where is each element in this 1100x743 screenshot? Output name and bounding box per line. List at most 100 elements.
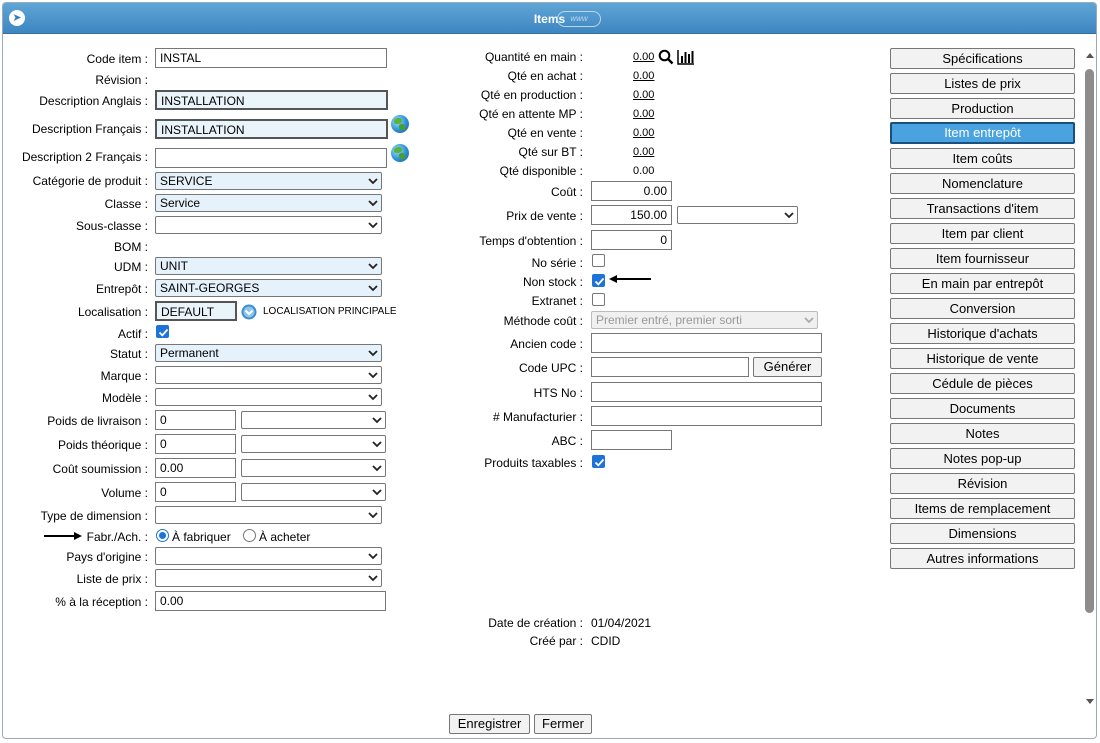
classe-label: Classe :	[104, 197, 148, 211]
sidebar-item-historique-vente[interactable]: Historique de vente	[890, 348, 1075, 369]
hts-no-input[interactable]	[591, 382, 822, 402]
poids-theorique-label: Poids théorique :	[57, 438, 148, 452]
items-window: ➤ Items www Code item : INSTAL Révision …	[2, 2, 1097, 739]
desc-fr-input[interactable]: INSTALLATION	[155, 119, 388, 139]
vertical-scrollbar[interactable]	[1083, 47, 1096, 712]
sidebar-item-item-entrepot[interactable]: Item entrepôt	[890, 122, 1075, 144]
sidebar-item-specifications[interactable]: Spécifications	[890, 48, 1075, 69]
date-creation-value: 01/04/2021	[591, 616, 652, 630]
entrepot-select[interactable]: SAINT-GEORGES	[155, 279, 382, 297]
temps-obtention-label: Temps d'obtention :	[479, 234, 583, 248]
extranet-checkbox[interactable]	[592, 293, 605, 306]
sidebar-item-documents[interactable]: Documents	[890, 398, 1075, 419]
sidebar-item-dimensions[interactable]: Dimensions	[890, 523, 1075, 544]
sidebar-item-autres-informations[interactable]: Autres informations	[890, 548, 1075, 569]
pays-origine-label: Pays d'origine :	[66, 550, 148, 564]
udm-select[interactable]: UNIT	[155, 257, 382, 275]
sidebar-item-item-couts[interactable]: Item coûts	[890, 148, 1075, 169]
poids-theorique-input[interactable]: 0	[155, 434, 236, 454]
manufacturier-input[interactable]	[591, 406, 822, 426]
sidebar-item-listes-de-prix[interactable]: Listes de prix	[890, 73, 1075, 94]
statut-select[interactable]: Permanent	[155, 344, 382, 362]
prix-vente-currency-select[interactable]	[677, 206, 798, 224]
sidebar-item-en-main-par-entrepot[interactable]: En main par entrepôt	[890, 273, 1075, 294]
close-button[interactable]: Fermer	[534, 714, 592, 734]
cree-par-label: Créé par :	[529, 634, 583, 648]
sidebar-item-cedule-pieces[interactable]: Cédule de pièces	[890, 373, 1075, 394]
entrepot-label: Entrepôt :	[95, 282, 148, 296]
prix-vente-input[interactable]: 150.00	[591, 205, 672, 225]
volume-label: Volume :	[101, 486, 148, 500]
cout-soumission-input[interactable]: 0.00	[155, 458, 236, 478]
sous-classe-select[interactable]	[155, 216, 382, 234]
prix-vente-label: Prix de vente :	[506, 209, 583, 223]
poids-livraison-unit-select[interactable]	[241, 411, 386, 429]
temps-obtention-input[interactable]: 0	[591, 230, 672, 250]
modele-select[interactable]	[155, 388, 382, 406]
sidebar-item-item-par-client[interactable]: Item par client	[890, 223, 1075, 244]
sidebar-item-notes-popup[interactable]: Notes pop-up	[890, 448, 1075, 469]
a-fabriquer-radio[interactable]	[156, 529, 169, 542]
a-acheter-radio[interactable]	[243, 529, 256, 542]
poids-livraison-label: Poids de livraison :	[47, 414, 148, 428]
poids-theorique-unit-select[interactable]	[241, 435, 386, 453]
liste-prix-select[interactable]	[155, 569, 382, 587]
qte-attente-mp-link[interactable]: 0.00	[633, 108, 654, 120]
code-upc-input[interactable]	[591, 357, 749, 377]
sidebar-item-items-remplacement[interactable]: Items de remplacement	[890, 498, 1075, 519]
web-icon[interactable]: www	[557, 11, 601, 27]
non-stock-checkbox[interactable]	[592, 274, 605, 287]
actif-checkbox[interactable]	[156, 325, 169, 338]
marque-select[interactable]	[155, 366, 382, 384]
type-dimension-select[interactable]	[155, 506, 382, 524]
sidebar-item-conversion[interactable]: Conversion	[890, 298, 1075, 319]
poids-livraison-input[interactable]: 0	[155, 410, 236, 430]
desc-en-input[interactable]: INSTALLATION	[155, 90, 388, 110]
generer-button[interactable]: Générer	[753, 357, 822, 377]
scroll-down-icon[interactable]	[1085, 698, 1095, 706]
chevron-down-icon	[372, 465, 382, 472]
qte-bt-link[interactable]: 0.00	[633, 146, 654, 158]
scroll-up-icon[interactable]	[1085, 51, 1095, 59]
qte-production-link[interactable]: 0.00	[633, 89, 654, 101]
sidebar-item-production[interactable]: Production	[890, 98, 1075, 119]
qte-disponible-value: 0.00	[633, 165, 655, 177]
chevron-circle-down-icon[interactable]	[241, 304, 257, 320]
qte-en-main-link[interactable]: 0.00	[633, 51, 654, 63]
cout-soumission-unit-select[interactable]	[241, 459, 386, 477]
sidebar-item-nomenclature[interactable]: Nomenclature	[890, 173, 1075, 194]
desc2-fr-input[interactable]	[155, 148, 387, 168]
qte-disponible-label: Qté disponible :	[499, 164, 583, 178]
abc-label: ABC :	[551, 434, 583, 448]
chevron-down-icon	[368, 263, 378, 270]
type-dimension-label: Type de dimension :	[40, 509, 148, 523]
categorie-select[interactable]: SERVICE	[155, 172, 382, 190]
chevron-down-icon	[372, 489, 382, 496]
sidebar-item-item-fournisseur[interactable]: Item fournisseur	[890, 248, 1075, 269]
sidebar-item-historique-achats[interactable]: Historique d'achats	[890, 323, 1075, 344]
sidebar-item-revision[interactable]: Révision	[890, 473, 1075, 494]
volume-unit-select[interactable]	[241, 483, 386, 501]
sidebar-item-transactions-item[interactable]: Transactions d'item	[890, 198, 1075, 219]
search-icon[interactable]	[658, 49, 674, 65]
chevron-down-icon	[368, 200, 378, 207]
cout-input[interactable]: 0.00	[591, 181, 672, 201]
produits-taxables-checkbox[interactable]	[592, 455, 605, 468]
classe-select[interactable]: Service	[155, 194, 382, 212]
bar-chart-icon[interactable]	[677, 49, 695, 65]
sidebar-item-notes[interactable]: Notes	[890, 423, 1075, 444]
qte-vente-label: Qté en vente :	[507, 126, 583, 140]
qte-achat-link[interactable]: 0.00	[633, 70, 654, 82]
qte-vente-link[interactable]: 0.00	[633, 127, 654, 139]
save-button[interactable]: Enregistrer	[449, 714, 530, 734]
scrollbar-thumb[interactable]	[1085, 69, 1094, 613]
code-item-input[interactable]: INSTAL	[155, 48, 387, 68]
pct-reception-input[interactable]: 0.00	[155, 591, 386, 611]
no-serie-checkbox[interactable]	[592, 254, 605, 267]
localisation-input[interactable]: DEFAULT	[155, 301, 237, 321]
ancien-code-input[interactable]	[591, 333, 822, 353]
pays-origine-select[interactable]	[155, 547, 382, 565]
volume-input[interactable]: 0	[155, 482, 236, 502]
abc-input[interactable]	[591, 430, 672, 450]
desc-en-label: Description Anglais :	[39, 94, 148, 108]
